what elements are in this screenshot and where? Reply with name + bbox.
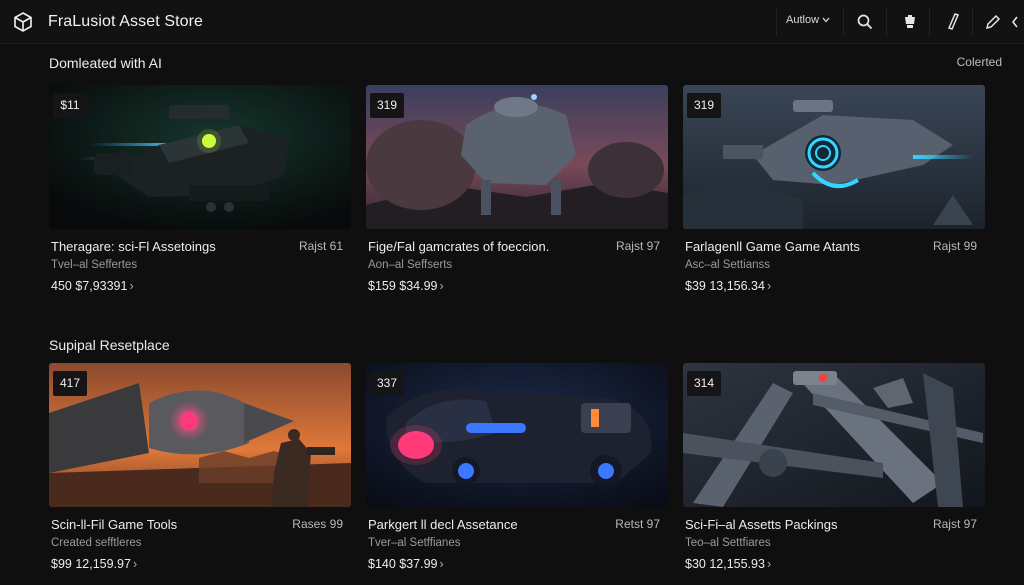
search-icon[interactable] (854, 11, 876, 33)
asset-name: Fige/Fal gamcrates of foeccion. (368, 239, 550, 254)
pen-icon[interactable] (942, 11, 964, 33)
asset-publisher: Aon–al Seffserts (368, 259, 453, 271)
asset-rating: Rajst 61 (298, 239, 343, 253)
asset-price: $99 12,159.97 › (51, 557, 137, 571)
chevron-down-icon (822, 14, 830, 26)
asset-name: Theragare: sci-Fl Assetoings (51, 239, 216, 254)
section-title: Domleated with AI (49, 55, 162, 71)
asset-card[interactable]: 417 Scin-ll-Fil Game Tools Rases 99 Crea… (49, 363, 351, 577)
cart-icon[interactable] (899, 11, 921, 33)
chevron-right-icon: › (439, 557, 444, 571)
asset-card[interactable]: 319 Fige/Fal gamcrates of foeccion. Rajs… (366, 85, 668, 299)
asset-thumbnail (366, 363, 668, 507)
chevron-right-icon: › (766, 557, 772, 571)
asset-card[interactable]: 314 Sci-Fi–al Assetts Packings Rajst 97 … (683, 363, 985, 577)
chevron-right-icon: › (132, 557, 138, 571)
chevron-right-icon: › (129, 279, 134, 293)
asset-price-value: $30 12,155.93 (685, 557, 765, 571)
asset-price: 450 $7,93391 › (51, 279, 134, 293)
asset-card[interactable]: $11 Theragare: sci-Fl Assetoings Rajst 6… (49, 85, 351, 299)
asset-card[interactable]: 319 Farlagenll Game Game Atants Rajst 99… (683, 85, 985, 299)
asset-price: $159 $34.99 › (368, 279, 444, 293)
asset-store-window: FraLusiot Asset Store Autlow Domleated w (0, 0, 1024, 585)
asset-thumbnail (49, 363, 351, 507)
price-badge: 417 (53, 371, 87, 396)
divider (776, 8, 777, 36)
asset-rating: Rases 99 (292, 517, 343, 531)
divider (886, 8, 887, 36)
asset-price: $140 $37.99 › (368, 557, 444, 571)
author-dropdown[interactable]: Autlow (786, 14, 830, 26)
asset-thumbnail (683, 85, 985, 229)
asset-rating: Rajst 99 (932, 239, 977, 253)
divider (843, 8, 844, 36)
asset-card[interactable]: 337 Parkgert ll decl Assetance Retst 97 … (366, 363, 668, 577)
edit-icon[interactable] (982, 11, 1004, 33)
top-bar: FraLusiot Asset Store Autlow (0, 0, 1024, 44)
asset-publisher: Tver–al Setffianes (368, 537, 461, 549)
asset-publisher: Created sefftleres (51, 537, 142, 549)
price-badge: 314 (687, 371, 721, 396)
unity-logo-icon[interactable] (12, 11, 34, 33)
price-badge: 319 (687, 93, 721, 118)
section-title: Supipal Resetplace (49, 337, 170, 353)
asset-price: $39 13,156.34 › (685, 279, 771, 293)
asset-name: Sci-Fi–al Assetts Packings (685, 517, 838, 532)
price-badge: $11 (53, 93, 87, 118)
divider (972, 8, 973, 36)
app-title: FraLusiot Asset Store (48, 13, 204, 30)
asset-thumbnail (683, 363, 985, 507)
chevron-right-icon: › (766, 279, 772, 293)
asset-price-value: $99 12,159.97 (51, 557, 131, 571)
asset-price-value: 450 $7,93391 (51, 279, 128, 293)
asset-price: $30 12,155.93 › (685, 557, 771, 571)
chevron-left-icon[interactable] (1008, 11, 1022, 33)
asset-price-value: $159 $34.99 (368, 279, 438, 293)
asset-price-value: $140 $37.99 (368, 557, 438, 571)
asset-thumbnail (366, 85, 668, 229)
asset-rating: Retst 97 (615, 517, 660, 531)
asset-name: Farlagenll Game Game Atants (685, 239, 860, 254)
asset-rating: Rajst 97 (932, 517, 977, 531)
author-dropdown-label: Autlow (786, 14, 820, 26)
chevron-right-icon: › (439, 279, 444, 293)
asset-publisher: Teo–al Settfiares (685, 537, 771, 549)
asset-thumbnail (49, 85, 351, 229)
price-badge: 337 (370, 371, 404, 396)
asset-name: Parkgert ll decl Assetance (368, 517, 518, 532)
collected-link[interactable]: Colerted (957, 55, 1002, 69)
asset-name: Scin-ll-Fil Game Tools (51, 517, 178, 532)
asset-publisher: Tvel–al Seffertes (51, 259, 138, 271)
price-badge: 319 (370, 93, 404, 118)
divider (929, 8, 930, 36)
asset-rating: Rajst 97 (615, 239, 660, 253)
asset-price-value: $39 13,156.34 (685, 279, 765, 293)
asset-publisher: Asc–al Settianss (685, 259, 771, 271)
